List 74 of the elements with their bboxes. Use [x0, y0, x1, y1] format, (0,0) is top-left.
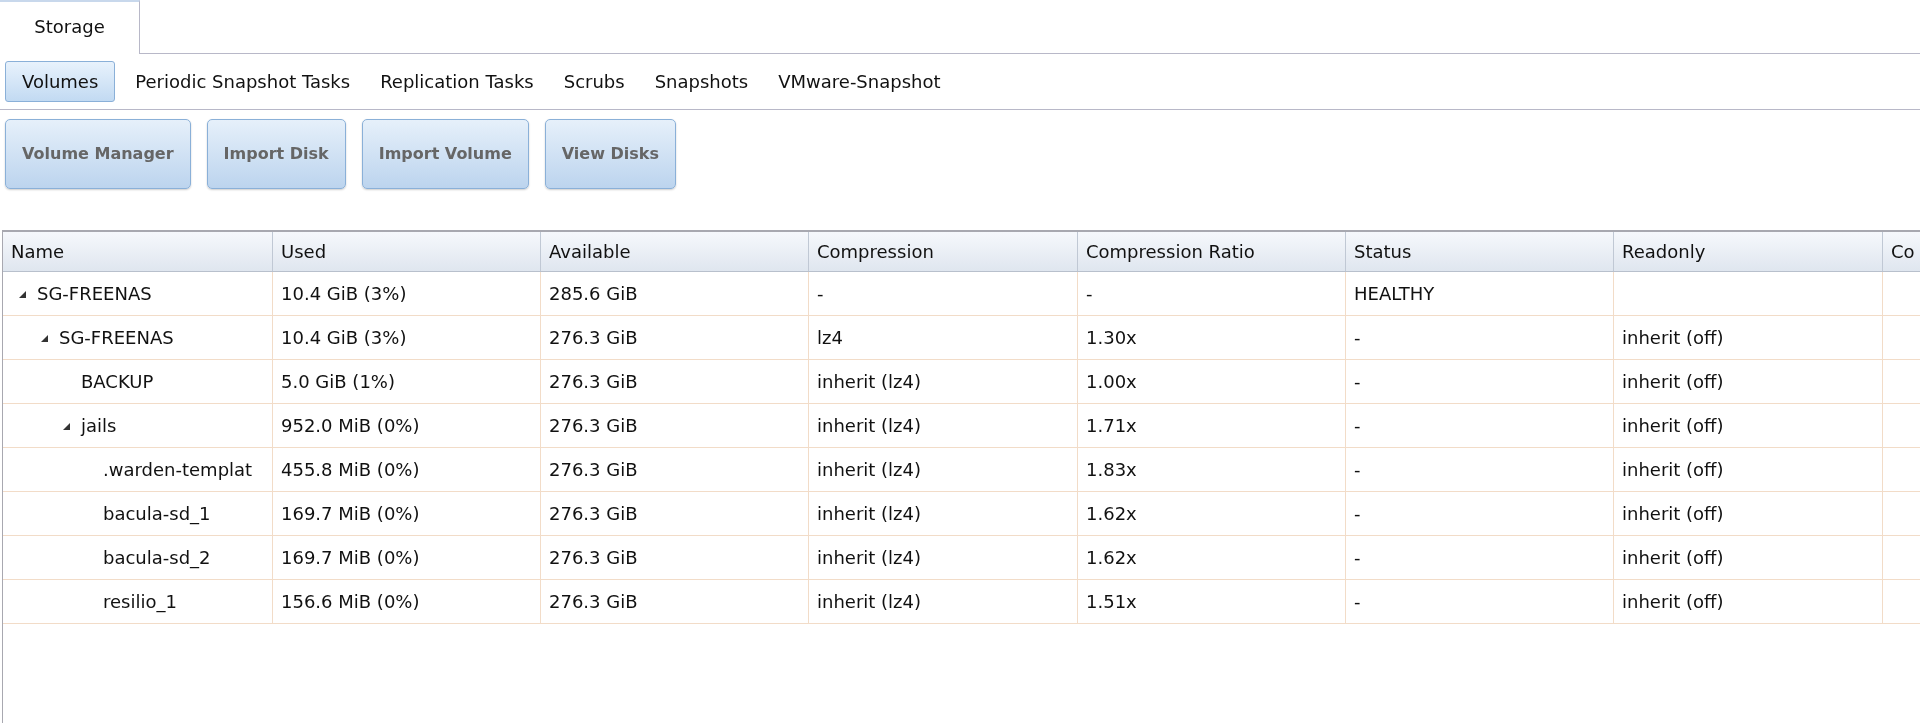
- table-cell-text: -: [1354, 458, 1361, 482]
- table-cell-text: 1.00x: [1086, 370, 1137, 394]
- table-cell-text: -: [1354, 590, 1361, 614]
- table-cell-text: inherit (lz4): [817, 370, 922, 394]
- table-cell-text: 10.4 GiB (3%): [281, 326, 407, 350]
- column-header[interactable]: Compression Ratio: [1078, 232, 1346, 271]
- subtab[interactable]: Scrubs: [559, 62, 629, 101]
- table-cell-text: 276.3 GiB: [549, 546, 638, 570]
- dataset-name: SG-FREENAS: [59, 326, 174, 350]
- table-cell-text: 169.7 MiB (0%): [281, 502, 420, 526]
- column-header[interactable]: Status: [1346, 232, 1614, 271]
- table-cell-text: 1.71x: [1086, 414, 1137, 438]
- table-cell-text: lz4: [817, 326, 843, 350]
- subtab[interactable]: Volumes: [5, 61, 116, 102]
- table-cell-text: 276.3 GiB: [549, 458, 638, 482]
- table-cell-text: 276.3 GiB: [549, 590, 638, 614]
- table-cell-text: inherit (off): [1622, 414, 1724, 438]
- table-cell-text: -: [817, 282, 824, 306]
- dataset-name: bacula-sd_2: [103, 546, 211, 571]
- table-cell-text: 455.8 MiB (0%): [281, 458, 420, 482]
- table-cell-text: -: [1354, 370, 1361, 394]
- dataset-name: resilio_1: [103, 590, 177, 615]
- table-cell-text: 1.30x: [1086, 326, 1137, 350]
- table-cell-text: 276.3 GiB: [549, 502, 638, 526]
- column-header[interactable]: Readonly: [1614, 232, 1883, 271]
- dataset-name: .warden-templat: [103, 458, 253, 482]
- table-cell-text: 1.62x: [1086, 502, 1137, 526]
- table-cell-text: 1.62x: [1086, 546, 1137, 570]
- table-cell-text: 276.3 GiB: [549, 414, 638, 438]
- subtab[interactable]: Replication Tasks: [376, 62, 538, 101]
- table-cell-text: -: [1086, 282, 1093, 306]
- column-header[interactable]: Co: [1883, 232, 1920, 271]
- table-cell-text: 1.51x: [1086, 590, 1137, 614]
- table-cell-text: inherit (lz4): [817, 414, 922, 438]
- table-cell-text: inherit (lz4): [817, 590, 922, 614]
- table-cell-text: inherit (off): [1622, 590, 1724, 614]
- dataset-name: bacula-sd_1: [103, 502, 211, 527]
- table-cell-text: 276.3 GiB: [549, 326, 638, 350]
- table-cell-text: 10.4 GiB (3%): [281, 282, 407, 306]
- table-cell-text: 156.6 MiB (0%): [281, 590, 420, 614]
- subtab[interactable]: Snapshots: [650, 62, 753, 101]
- column-header[interactable]: Used: [273, 232, 541, 271]
- table-cell-text: 952.0 MiB (0%): [281, 414, 420, 438]
- storage-tab[interactable]: Storage: [0, 0, 140, 54]
- table-cell-text: 5.0 GiB (1%): [281, 370, 395, 394]
- table-cell-text: 276.3 GiB: [549, 370, 638, 394]
- table-cell-text: inherit (lz4): [817, 502, 922, 526]
- table-cell-text: -: [1354, 502, 1361, 526]
- table-cell-text: -: [1354, 414, 1361, 438]
- dataset-name: jails: [81, 414, 117, 438]
- table-cell-text: 285.6 GiB: [549, 282, 638, 306]
- table-cell-text: -: [1354, 326, 1361, 350]
- toolbar-button[interactable]: Import Disk: [206, 119, 346, 189]
- toolbar-button[interactable]: Volume Manager: [5, 119, 191, 189]
- subtab[interactable]: Periodic Snapshot Tasks: [131, 62, 355, 101]
- column-header[interactable]: Compression: [809, 232, 1078, 271]
- table-cell-text: -: [1354, 546, 1361, 570]
- dataset-name: SG-FREENAS: [37, 282, 152, 306]
- toolbar-button[interactable]: View Disks: [544, 119, 676, 189]
- toolbar-button[interactable]: Import Volume: [361, 119, 529, 189]
- table-cell-text: HEALTHY: [1354, 282, 1435, 306]
- table-cell-text: inherit (off): [1622, 458, 1724, 482]
- table-cell-text: inherit (off): [1622, 326, 1724, 350]
- dataset-name: BACKUP: [81, 370, 154, 394]
- column-header[interactable]: Name: [3, 232, 273, 271]
- subtab[interactable]: VMware-Snapshot: [774, 62, 945, 101]
- table-cell-text: 1.83x: [1086, 458, 1137, 482]
- table-cell-text: inherit (off): [1622, 370, 1724, 394]
- column-header[interactable]: Available: [541, 232, 809, 271]
- table-cell-text: inherit (off): [1622, 502, 1724, 526]
- table-cell-text: inherit (lz4): [817, 458, 922, 482]
- table-cell-text: inherit (off): [1622, 546, 1724, 570]
- table-cell-text: 169.7 MiB (0%): [281, 546, 420, 570]
- table-cell-text: inherit (lz4): [817, 546, 922, 570]
